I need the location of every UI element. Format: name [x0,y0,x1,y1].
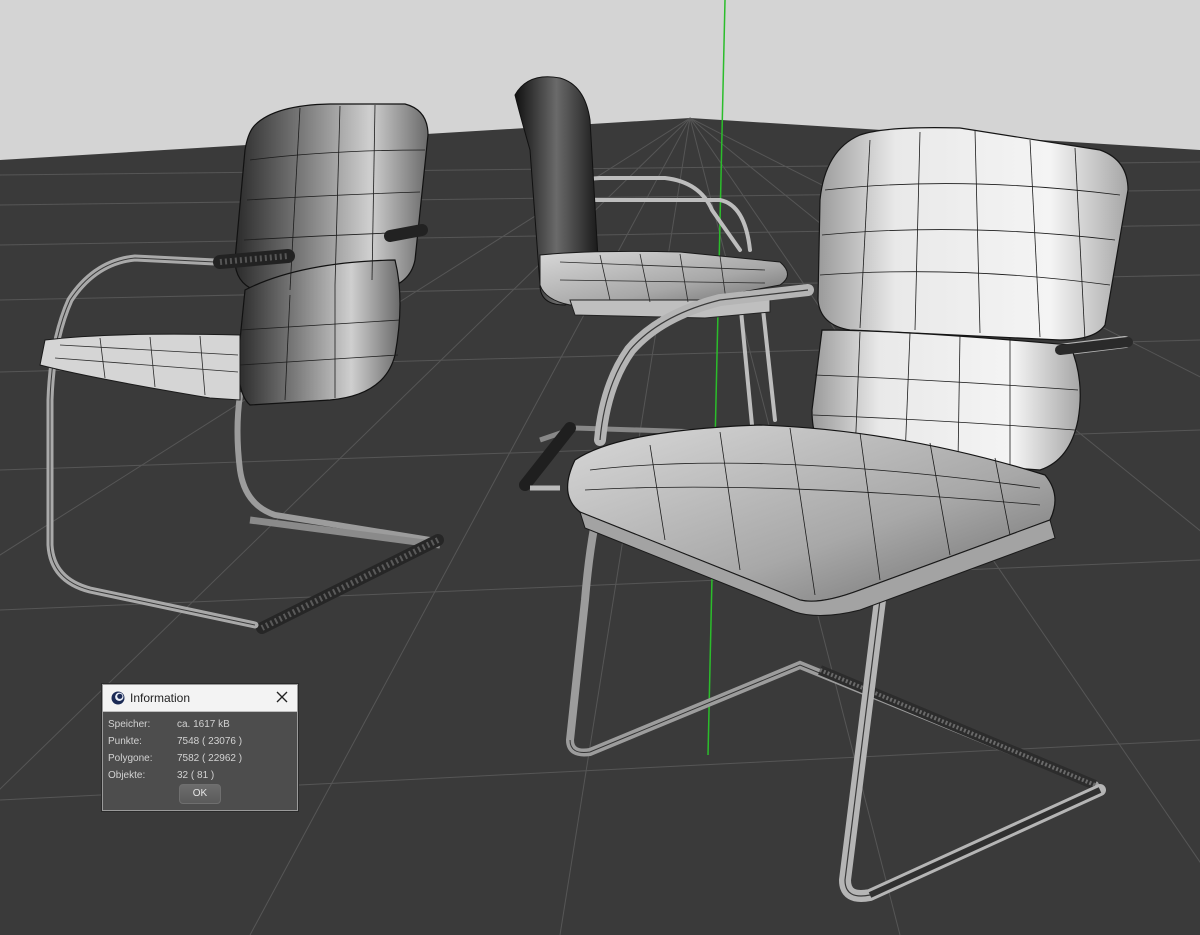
points-label: Punkte: [108,736,142,747]
memory-value: ca. 1617 kB [177,719,230,730]
info-row-points: Punkte: 7548 ( 23076 ) [107,734,293,751]
close-icon[interactable] [273,688,291,706]
memory-label: Speicher: [108,719,151,730]
info-row-memory: Speicher: ca. 1617 kB [107,717,293,734]
points-value: 7548 ( 23076 ) [177,736,243,747]
dialog-title: Information [130,691,191,705]
information-dialog[interactable]: Information Speicher: ca. 1617 kB Punkte… [102,684,298,811]
objects-label: Objekte: [108,770,146,781]
info-row-objects: Objekte: 32 ( 81 ) [107,768,293,785]
ok-button[interactable]: OK [179,784,221,804]
objects-value: 32 ( 81 ) [177,770,215,781]
polygons-value: 7582 ( 22962 ) [177,753,243,764]
polygons-label: Polygone: [108,753,153,764]
dialog-titlebar[interactable]: Information [103,685,297,712]
info-table: Speicher: ca. 1617 kB Punkte: 7548 ( 230… [103,712,297,785]
info-row-polygons: Polygone: 7582 ( 22962 ) [107,751,293,768]
cinema4d-app-icon [111,691,125,705]
